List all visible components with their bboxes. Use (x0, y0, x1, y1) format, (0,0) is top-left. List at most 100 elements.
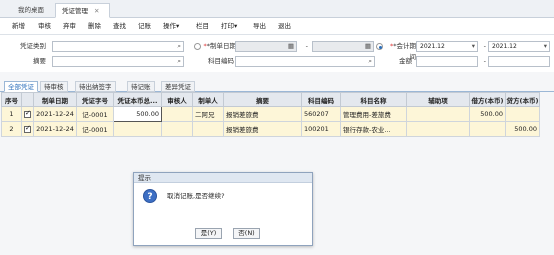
col-header-subject-code[interactable]: 科目编码 (301, 92, 341, 107)
search-icon[interactable]: ⌕ (177, 57, 181, 66)
export-button[interactable]: 导出 (253, 21, 266, 32)
tab-voucher-management[interactable]: 凭证管理 ✕ (55, 3, 110, 18)
chevron-down-icon[interactable]: ▾ (472, 42, 475, 51)
new-button[interactable]: 新增 (12, 21, 25, 32)
delete-button[interactable]: 删除 (88, 21, 101, 32)
col-header-summary[interactable]: 摘要 (223, 92, 302, 107)
calendar-icon[interactable]: ▦ (288, 42, 294, 51)
chevron-down-icon[interactable]: ▾ (544, 42, 547, 51)
cell-summary: 报销差旅费 (223, 121, 302, 137)
make-date-label: **制单日期 (203, 42, 237, 50)
col-header-total[interactable]: 凭证本币总... (113, 92, 162, 107)
cell-summary: 报销差旅费 (223, 106, 302, 122)
filter-panel: 凭证类别 ⌕ **制单日期 ▦ - ▦ **会计期间 2021.12 ▾ - 2… (0, 35, 554, 72)
tab-label: 凭证管理 (62, 7, 88, 15)
tab-all-vouchers[interactable]: 全部凭证 (4, 81, 38, 92)
columns-button[interactable]: 栏目 (196, 21, 209, 32)
date-range-dash: - (305, 42, 308, 50)
row-checkbox-cell[interactable] (21, 121, 34, 137)
cell-subject-name: 管理费用-差旅费 (340, 106, 407, 122)
col-header-voucher-no[interactable]: 凭证字号 (76, 92, 114, 107)
period-label: **会计期间 (390, 42, 416, 61)
col-header-subject-name[interactable]: 科目名称 (340, 92, 407, 107)
table-row[interactable]: 2 2021-12-24 记-0001 报销差旅费 100201 银行存款-农业… (1, 121, 540, 137)
yes-button[interactable]: 是(Y) (195, 228, 222, 239)
tab-home[interactable]: 我的桌面 (12, 3, 50, 18)
col-header-debit[interactable]: 借方(本币) (469, 92, 506, 107)
tab-pending-post[interactable]: 待记账 (127, 81, 155, 92)
operation-menu-button[interactable]: 操作▾ (163, 21, 179, 32)
cell-voucher-no: 记-0001 (76, 106, 114, 122)
find-button[interactable]: 查找 (113, 21, 126, 32)
cell-auditor (161, 121, 193, 137)
period-to-select[interactable]: 2021.12 ▾ (488, 41, 550, 52)
exit-button[interactable]: 退出 (278, 21, 291, 32)
cell-maker: 二阿兄 (192, 106, 224, 122)
cell-date: 2021-12-24 (33, 121, 77, 137)
row-checkbox-cell[interactable] (21, 106, 34, 122)
voucher-type-input[interactable]: ⌕ (52, 41, 184, 52)
period-radio[interactable] (376, 43, 383, 50)
audit-button[interactable]: 审核 (38, 21, 51, 32)
period-range-dash: - (483, 42, 486, 50)
amount-range-dash: - (483, 57, 486, 65)
cell-no: 2 (1, 121, 22, 137)
col-header-select[interactable] (21, 92, 34, 107)
col-header-aux[interactable]: 辅助项 (406, 92, 470, 107)
amount-to-input[interactable] (488, 56, 550, 67)
col-header-date[interactable]: 制单日期 (33, 92, 77, 107)
confirm-dialog: 提示 ? 取消记账,是否继续? 是(Y) 否(N) (133, 172, 313, 246)
tab-pending-cashier-sign[interactable]: 待出纳签字 (75, 81, 116, 92)
cell-subject-code: 100201 (301, 121, 341, 137)
print-menu-button[interactable]: 打印▾ (221, 21, 237, 32)
row-checkbox[interactable] (24, 124, 31, 133)
cell-voucher-no: 记-0001 (76, 121, 114, 137)
question-icon: ? (143, 189, 157, 203)
cell-maker (192, 121, 224, 137)
cell-debit (469, 121, 506, 137)
amount-from-input[interactable] (416, 56, 478, 67)
cell-subject-name: 银行存款-农业... (340, 121, 407, 137)
dialog-title[interactable]: 提示 (134, 173, 312, 183)
col-header-no[interactable]: 序号 (1, 92, 22, 107)
cell-credit (505, 106, 540, 122)
subject-code-input[interactable]: ⌕ (235, 56, 375, 67)
cell-debit: 500.00 (469, 106, 506, 122)
unaudit-button[interactable]: 弃审 (63, 21, 76, 32)
cell-subject-code: 560207 (301, 106, 341, 122)
amount-label: 金额 (399, 57, 412, 65)
subject-code-label: 科目编码 (208, 57, 234, 65)
cell-date: 2021-12-24 (33, 106, 77, 122)
cell-no: 1 (1, 106, 22, 122)
make-date-from-input[interactable]: ▦ (235, 41, 297, 52)
period-from-select[interactable]: 2021.12 ▾ (416, 41, 478, 52)
tab-difference-vouchers[interactable]: 差异凭证 (161, 81, 195, 92)
dialog-message: 取消记账,是否继续? (167, 192, 225, 200)
no-button[interactable]: 否(N) (233, 228, 260, 239)
voucher-type-label: 凭证类别 (20, 42, 46, 50)
close-icon[interactable]: ✕ (94, 7, 99, 15)
voucher-status-tabs: 全部凭证 待审核 待出纳签字 待记账 差异凭证 (0, 81, 554, 92)
cell-total (113, 121, 162, 137)
summary-input[interactable]: ⌕ (52, 56, 184, 67)
table-row[interactable]: 1 2021-12-24 记-0001 500.00 二阿兄 报销差旅费 560… (1, 106, 540, 122)
grid-header-row: 序号 制单日期 凭证字号 凭证本币总... 审核人 制单人 摘要 科目编码 科目… (1, 92, 540, 107)
calendar-icon[interactable]: ▦ (365, 42, 371, 51)
cell-aux (406, 106, 470, 122)
search-icon[interactable]: ⌕ (177, 42, 181, 51)
col-header-maker[interactable]: 制单人 (192, 92, 224, 107)
make-date-radio[interactable] (194, 43, 201, 50)
cell-credit: 500.00 (505, 121, 540, 137)
tab-pending-audit[interactable]: 待审核 (40, 81, 68, 92)
toolbar: 新增 审核 弃审 删除 查找 记账 操作▾ 栏目 打印▾ 导出 退出 (0, 18, 554, 35)
row-checkbox[interactable] (24, 109, 31, 118)
col-header-auditor[interactable]: 审核人 (161, 92, 193, 107)
voucher-grid: 序号 制单日期 凭证字号 凭证本币总... 审核人 制单人 摘要 科目编码 科目… (1, 92, 540, 137)
make-date-to-input[interactable]: ▦ (312, 41, 374, 52)
cell-aux (406, 121, 470, 137)
post-button[interactable]: 记账 (138, 21, 151, 32)
summary-label: 摘要 (33, 57, 46, 65)
search-icon[interactable]: ⌕ (368, 57, 372, 66)
cell-total[interactable]: 500.00 (113, 106, 162, 122)
col-header-credit[interactable]: 贷方(本币) (505, 92, 540, 107)
